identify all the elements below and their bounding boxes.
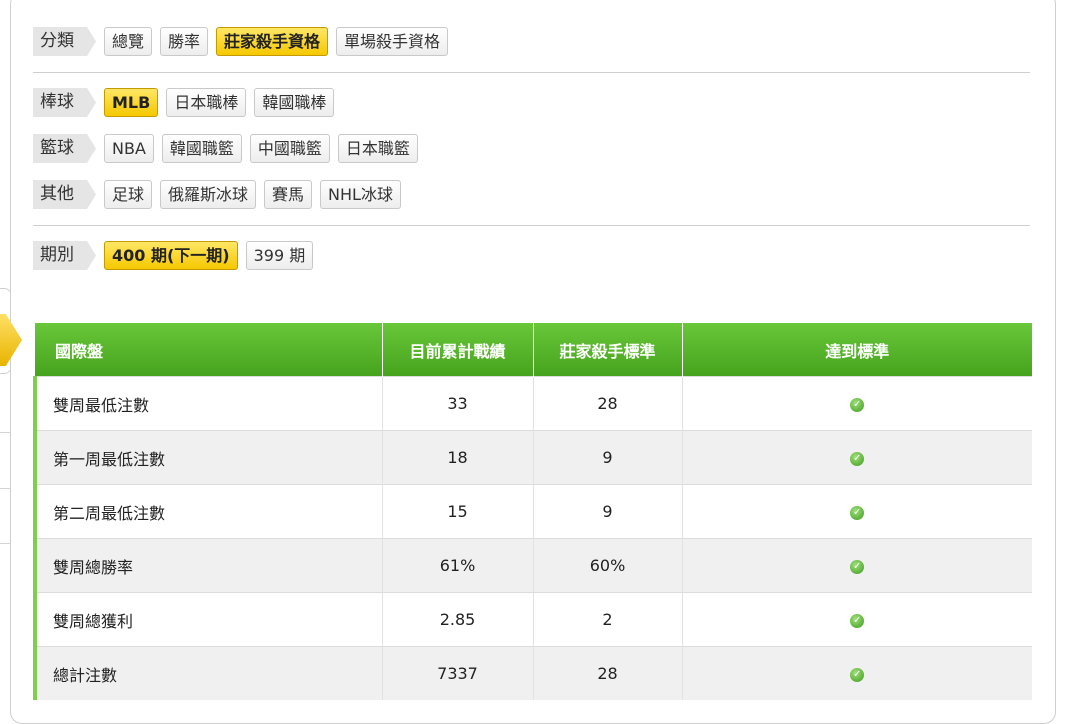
- league-npb[interactable]: 日本職棒: [166, 88, 247, 117]
- tab-banker-killer[interactable]: 莊家殺手資格: [216, 27, 329, 56]
- divider: [33, 225, 1030, 226]
- sport-row-basketball: 籃球 NBA 韓國職籃 中國職籃 日本職籃: [33, 134, 426, 163]
- league-bleague[interactable]: 日本職籃: [337, 134, 418, 163]
- period-400[interactable]: 400 期(下一期): [104, 241, 238, 270]
- row-name: 第一周最低注數: [33, 430, 382, 485]
- period-row: 期別 400 期(下一期) 399 期: [33, 241, 321, 270]
- league-cba[interactable]: 中國職籃: [249, 134, 330, 163]
- league-kbo[interactable]: 韓國職棒: [254, 88, 335, 117]
- check-icon: ✓: [850, 667, 865, 682]
- row-current: 18: [381, 430, 533, 485]
- divider: [33, 72, 1030, 73]
- tab-single-game-killer[interactable]: 單場殺手資格: [336, 27, 449, 56]
- period-label: 期別: [33, 241, 96, 270]
- col-header-met: 達到標準: [681, 323, 1032, 377]
- league-mlb[interactable]: MLB: [104, 88, 159, 117]
- row-met: ✓: [681, 592, 1032, 647]
- league-nba[interactable]: NBA: [104, 134, 154, 163]
- table-row: 總計注數 7337 28 ✓: [33, 646, 1032, 700]
- row-met: ✓: [681, 430, 1032, 485]
- row-name: 總計注數: [33, 646, 382, 700]
- col-header-market: 國際盤: [35, 323, 382, 377]
- row-standard: 2: [532, 592, 682, 647]
- league-nhl[interactable]: NHL冰球: [320, 180, 401, 209]
- qualification-table: 國際盤 目前累計戰績 莊家殺手標準 達到標準 雙周最低注數 33 28 ✓ 第一…: [33, 323, 1032, 700]
- col-header-current: 目前累計戰績: [381, 323, 533, 377]
- category-label: 分類: [33, 27, 96, 56]
- league-khl[interactable]: 俄羅斯冰球: [160, 180, 257, 209]
- check-icon: ✓: [850, 505, 865, 520]
- row-current: 2.85: [381, 592, 533, 647]
- check-icon: ✓: [850, 613, 865, 628]
- row-met: ✓: [681, 646, 1032, 700]
- row-current: 7337: [381, 646, 533, 700]
- row-met: ✓: [681, 376, 1032, 431]
- check-icon: ✓: [850, 397, 865, 412]
- sport-row-other: 其他 足球 俄羅斯冰球 賽馬 NHL冰球: [33, 180, 409, 209]
- tab-overview[interactable]: 總覽: [104, 27, 153, 56]
- row-current: 61%: [381, 538, 533, 593]
- table-row: 第一周最低注數 18 9 ✓: [33, 430, 1032, 485]
- league-horse-racing[interactable]: 賽馬: [264, 180, 313, 209]
- check-icon: ✓: [850, 559, 865, 574]
- league-kbl[interactable]: 韓國職籃: [161, 134, 242, 163]
- period-399[interactable]: 399 期: [245, 241, 314, 270]
- row-current: 33: [381, 376, 533, 431]
- row-name: 雙周總獲利: [33, 592, 382, 647]
- row-name: 第二周最低注數: [33, 484, 382, 539]
- category-row: 分類 總覽 勝率 莊家殺手資格 單場殺手資格: [33, 27, 456, 56]
- row-met: ✓: [681, 484, 1032, 539]
- table-row: 雙周總勝率 61% 60% ✓: [33, 538, 1032, 593]
- row-standard: 9: [532, 430, 682, 485]
- sport-row-baseball: 棒球 MLB 日本職棒 韓國職棒: [33, 88, 342, 117]
- row-met: ✓: [681, 538, 1032, 593]
- table-row: 第二周最低注數 15 9 ✓: [33, 484, 1032, 539]
- tab-win-rate[interactable]: 勝率: [160, 27, 209, 56]
- league-soccer[interactable]: 足球: [104, 180, 153, 209]
- col-header-standard: 莊家殺手標準: [532, 323, 682, 377]
- sport-label: 其他: [33, 180, 96, 209]
- table-row: 雙周最低注數 33 28 ✓: [33, 376, 1032, 431]
- table-header-row: 國際盤 目前累計戰績 莊家殺手標準 達到標準: [35, 323, 1032, 377]
- row-standard: 28: [532, 376, 682, 431]
- sport-label: 棒球: [33, 88, 96, 117]
- row-standard: 9: [532, 484, 682, 539]
- row-name: 雙周總勝率: [33, 538, 382, 593]
- row-current: 15: [381, 484, 533, 539]
- row-standard: 60%: [532, 538, 682, 593]
- sport-label: 籃球: [33, 134, 96, 163]
- table-row: 雙周總獲利 2.85 2 ✓: [33, 592, 1032, 647]
- row-name: 雙周最低注數: [33, 376, 382, 431]
- row-standard: 28: [532, 646, 682, 700]
- check-icon: ✓: [850, 451, 865, 466]
